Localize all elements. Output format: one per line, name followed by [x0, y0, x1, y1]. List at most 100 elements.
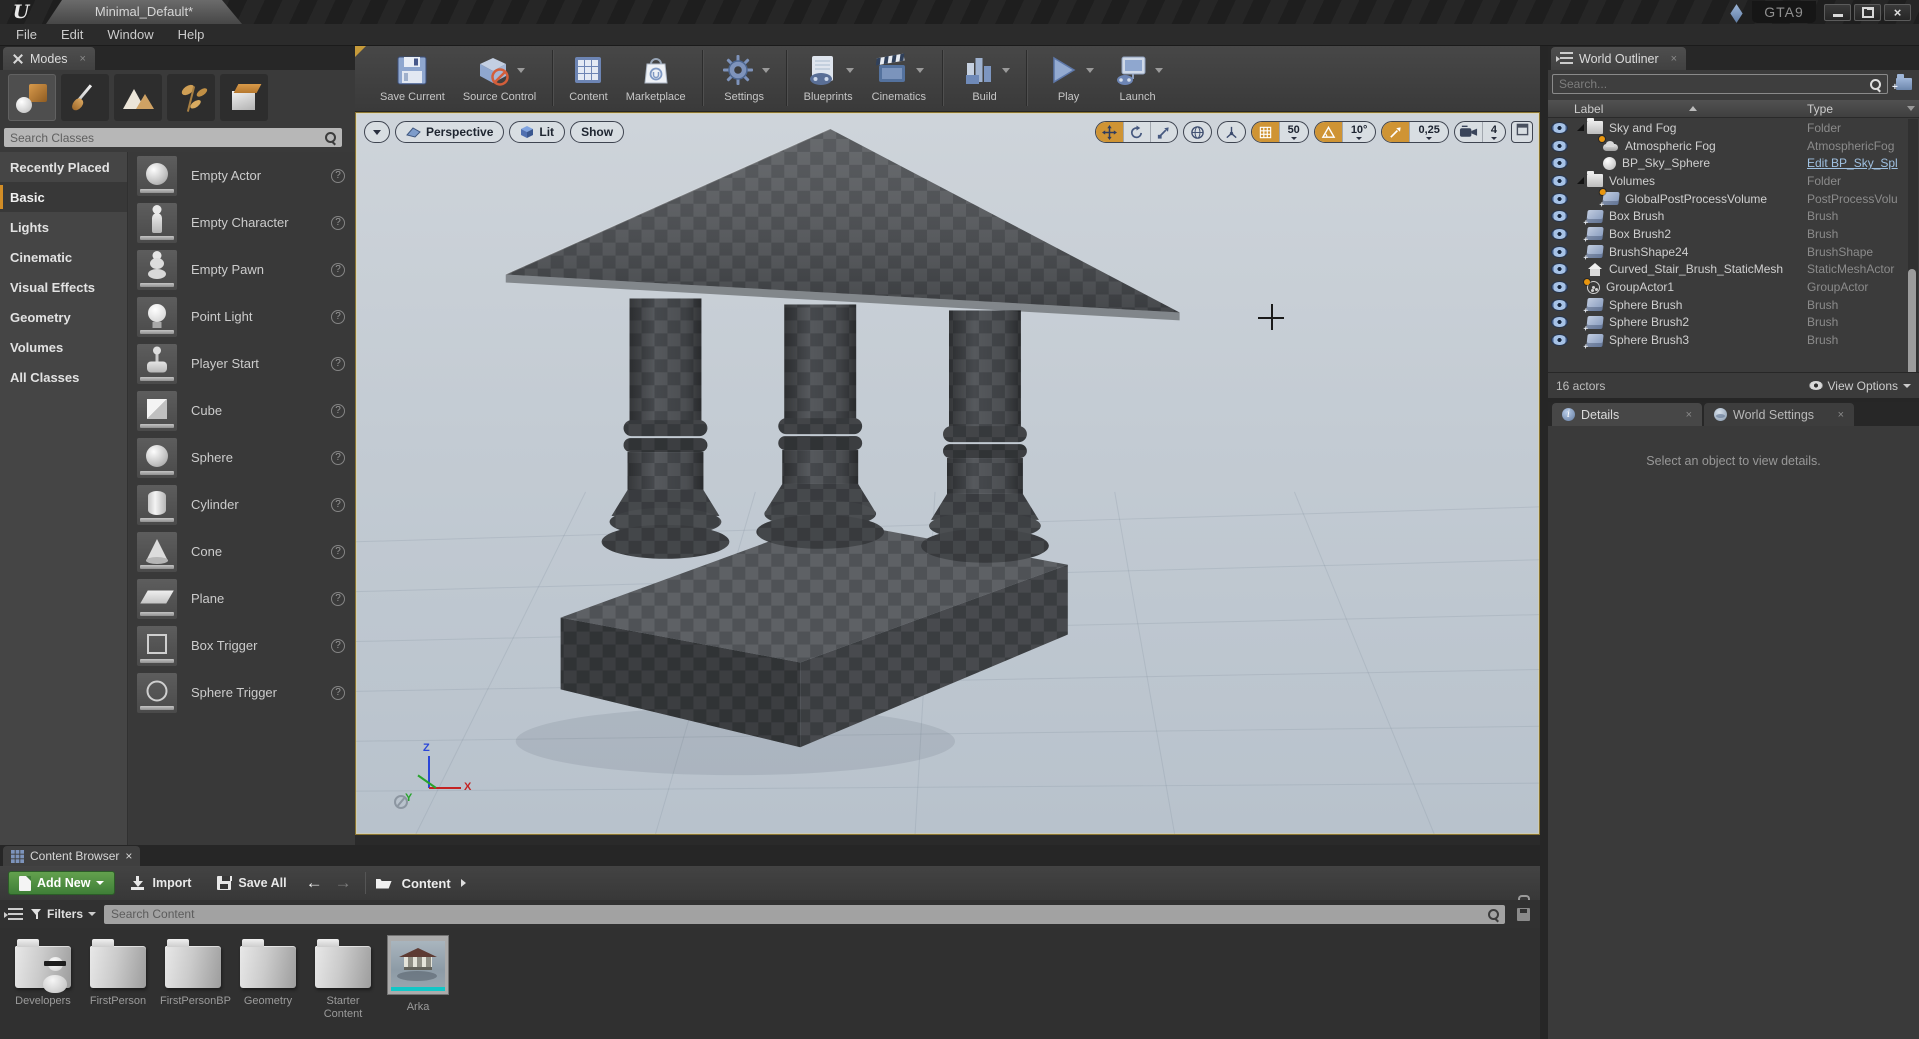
category-geometry[interactable]: Geometry: [0, 302, 127, 332]
save-search-icon[interactable]: [1517, 908, 1530, 921]
viewport[interactable]: Perspective Lit Show 5010°0,254 Z X Y: [355, 112, 1540, 835]
rotation-snap-icon[interactable]: [1315, 122, 1342, 142]
move-tool-icon[interactable]: [1096, 122, 1123, 142]
chevron-down-icon[interactable]: [1002, 68, 1010, 73]
category-visual-effects[interactable]: Visual Effects: [0, 272, 127, 302]
forward-button[interactable]: →: [332, 873, 355, 893]
mode-geometry-button[interactable]: [220, 74, 268, 121]
placeable-cube[interactable]: Cube?: [129, 387, 355, 434]
asset-starter-content[interactable]: Starter Content: [310, 932, 376, 1021]
menu-file[interactable]: File: [4, 24, 49, 46]
category-cinematic[interactable]: Cinematic: [0, 242, 127, 272]
outliner-row-groupactor1[interactable]: GroupActor1GroupActor: [1548, 278, 1919, 296]
asset-firstpersonbp[interactable]: FirstPersonBP: [160, 932, 226, 1008]
source-control-button[interactable]: Source Control: [463, 50, 536, 103]
add-new-button[interactable]: Add New: [8, 871, 115, 895]
visibility-eye-icon[interactable]: [1552, 229, 1567, 239]
back-button[interactable]: ←: [303, 873, 326, 893]
breadcrumb-caret-icon[interactable]: [461, 879, 466, 887]
import-button[interactable]: Import: [121, 870, 201, 896]
filters-button[interactable]: Filters: [31, 907, 96, 921]
scale-snap-icon[interactable]: [1382, 122, 1409, 142]
outliner-row-sphere-brush[interactable]: Sphere BrushBrush: [1548, 296, 1919, 314]
close-icon[interactable]: ×: [1838, 409, 1844, 421]
category-all-classes[interactable]: All Classes: [0, 362, 127, 392]
expander-icon[interactable]: [1577, 177, 1584, 184]
save-current-button[interactable]: Save Current: [380, 50, 445, 103]
close-icon[interactable]: ×: [1671, 53, 1677, 65]
outliner-scrollbar[interactable]: [1908, 119, 1918, 399]
outliner-search-box[interactable]: [1552, 74, 1888, 94]
placeable-sphere[interactable]: Sphere?: [129, 434, 355, 481]
restore-button[interactable]: [1854, 4, 1881, 21]
outliner-row-atmospheric-fog[interactable]: Atmospheric FogAtmosphericFog: [1548, 137, 1919, 155]
placeable-cylinder[interactable]: Cylinder?: [129, 481, 355, 528]
close-icon[interactable]: ×: [1686, 409, 1692, 421]
visibility-eye-icon[interactable]: [1552, 335, 1567, 345]
maximize-viewport-button[interactable]: [1511, 121, 1533, 143]
placeable-empty-pawn[interactable]: Empty Pawn?: [129, 246, 355, 293]
asset-arka[interactable]: Arka: [385, 932, 451, 1014]
scale-tool-icon[interactable]: [1150, 122, 1177, 142]
chevron-down-icon[interactable]: [846, 68, 854, 73]
visibility-eye-icon[interactable]: [1552, 176, 1567, 186]
launch-button[interactable]: Launch: [1112, 50, 1163, 103]
asset-firstperson[interactable]: FirstPerson: [85, 932, 151, 1008]
asset-geometry[interactable]: Geometry: [235, 932, 301, 1008]
mode-foliage-button[interactable]: [167, 74, 215, 121]
camera-speed-value[interactable]: 4: [1482, 122, 1505, 142]
breadcrumb-content[interactable]: Content: [402, 876, 451, 891]
visibility-eye-icon[interactable]: [1552, 211, 1567, 221]
close-button[interactable]: ×: [1884, 4, 1911, 21]
placeable-empty-actor[interactable]: Empty Actor?: [129, 152, 355, 199]
lit-button[interactable]: Lit: [509, 121, 565, 143]
viewport-options-button[interactable]: [364, 121, 390, 143]
visibility-eye-icon[interactable]: [1552, 264, 1567, 274]
tab-world-outliner[interactable]: World Outliner ×: [1551, 47, 1686, 70]
chevron-down-icon[interactable]: [1155, 68, 1163, 73]
close-icon[interactable]: ×: [80, 53, 86, 65]
view-options-button[interactable]: View Options: [1809, 379, 1911, 393]
scale-snap-value[interactable]: 0,25: [1409, 122, 1447, 142]
menu-help[interactable]: Help: [166, 24, 217, 46]
chevron-down-icon[interactable]: [517, 68, 525, 73]
mode-landscape-button[interactable]: [114, 74, 162, 121]
save-all-button[interactable]: Save All: [207, 870, 296, 896]
visibility-eye-icon[interactable]: [1552, 123, 1567, 133]
search-content-input[interactable]: [104, 907, 1487, 921]
placeable-cone[interactable]: Cone?: [129, 528, 355, 575]
grid-snap-icon[interactable]: [1252, 122, 1279, 142]
category-lights[interactable]: Lights: [0, 212, 127, 242]
outliner-row-sky-and-fog[interactable]: Sky and FogFolder: [1548, 119, 1919, 137]
vertical-splitter[interactable]: [1540, 46, 1548, 1039]
placeable-sphere-trigger[interactable]: Sphere Trigger?: [129, 669, 355, 716]
edit-blueprint-link[interactable]: Edit BP_Sky_Spl: [1807, 156, 1919, 170]
menu-window[interactable]: Window: [95, 24, 165, 46]
settings-button[interactable]: Settings: [719, 50, 770, 103]
mode-place-button[interactable]: [8, 74, 56, 121]
tab-modes[interactable]: Modes ×: [3, 47, 95, 70]
visibility-eye-icon[interactable]: [1552, 194, 1567, 204]
play-button[interactable]: Play: [1043, 50, 1094, 103]
chevron-down-icon[interactable]: [762, 68, 770, 73]
grid-snap-value[interactable]: 50: [1279, 122, 1308, 142]
placeable-point-light[interactable]: Point Light?: [129, 293, 355, 340]
new-folder-button[interactable]: [1893, 74, 1915, 94]
search-classes-box[interactable]: [4, 128, 342, 147]
placeable-box-trigger[interactable]: Box Trigger?: [129, 622, 355, 669]
placeable-empty-character[interactable]: Empty Character?: [129, 199, 355, 246]
visibility-eye-icon[interactable]: [1552, 158, 1567, 168]
outliner-row-brushshape24[interactable]: BrushShape24BrushShape: [1548, 243, 1919, 261]
type-filter-icon[interactable]: [1907, 106, 1915, 111]
outliner-row-box-brush2[interactable]: Box Brush2Brush: [1548, 225, 1919, 243]
rotate-tool-icon[interactable]: [1123, 122, 1150, 142]
type-column-header[interactable]: Type: [1807, 102, 1919, 116]
level-tab[interactable]: Minimal_Default*: [46, 0, 242, 24]
outliner-search-input[interactable]: [1553, 77, 1869, 91]
search-content-box[interactable]: [104, 905, 1505, 924]
label-column-header[interactable]: Label: [1574, 102, 1603, 116]
sources-panel-toggle-icon[interactable]: [8, 908, 23, 921]
marketplace-button[interactable]: Marketplace: [626, 50, 686, 103]
tab-world-settings[interactable]: World Settings ×: [1704, 403, 1854, 426]
category-recently-placed[interactable]: Recently Placed: [0, 152, 127, 182]
